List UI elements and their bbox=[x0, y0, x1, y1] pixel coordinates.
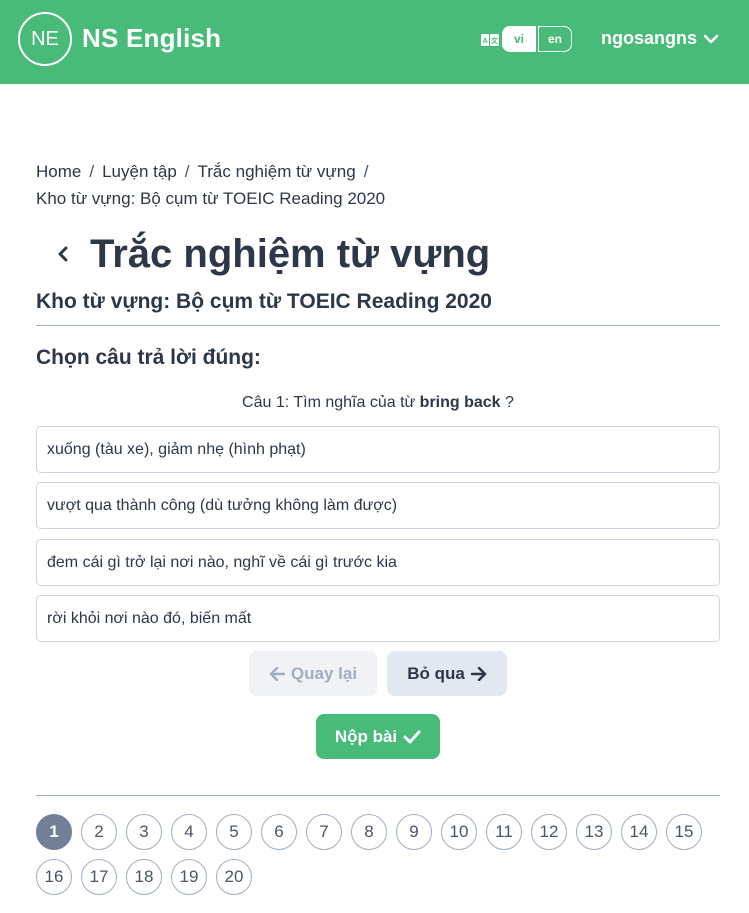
page-number-14[interactable]: 14 bbox=[621, 814, 657, 850]
question-prompt: Chọn câu trả lời đúng: bbox=[36, 346, 261, 369]
page-number-18[interactable]: 18 bbox=[126, 859, 162, 895]
page-number-10[interactable]: 10 bbox=[441, 814, 477, 850]
page-number-5[interactable]: 5 bbox=[216, 814, 252, 850]
user-menu[interactable]: ngosangns bbox=[601, 28, 719, 49]
skip-button-label: Bỏ qua bbox=[407, 663, 465, 683]
breadcrumb-separator: / bbox=[89, 162, 95, 181]
back-button-label: Quay lại bbox=[290, 663, 358, 683]
arrow-left-icon bbox=[269, 666, 285, 681]
page-number-15[interactable]: 15 bbox=[666, 814, 702, 850]
submit-button[interactable]: Nộp bài bbox=[316, 714, 440, 759]
divider bbox=[36, 795, 720, 796]
question-suffix: ? bbox=[505, 394, 514, 411]
arrow-right-icon bbox=[470, 666, 487, 681]
chevron-down-icon bbox=[703, 34, 719, 43]
page-number-7[interactable]: 7 bbox=[306, 814, 342, 850]
submit-button-label: Nộp bài bbox=[334, 726, 398, 746]
language-en-button[interactable]: en bbox=[538, 26, 572, 52]
page-number-4[interactable]: 4 bbox=[171, 814, 207, 850]
question-prefix: Câu 1: Tìm nghĩa của từ bbox=[242, 394, 416, 411]
breadcrumb-vocab-quiz[interactable]: Trắc nghiệm từ vựng bbox=[198, 162, 356, 181]
check-icon bbox=[403, 730, 421, 743]
page-number-11[interactable]: 11 bbox=[486, 814, 522, 850]
breadcrumb-current: Kho từ vựng: Bộ cụm từ TOEIC Reading 202… bbox=[36, 189, 386, 208]
page-number-9[interactable]: 9 bbox=[396, 814, 432, 850]
page-number-1[interactable]: 1 bbox=[36, 814, 72, 850]
breadcrumb-home[interactable]: Home bbox=[36, 162, 81, 181]
page-number-13[interactable]: 13 bbox=[576, 814, 612, 850]
breadcrumb: Home / Luyện tập / Trắc nghiệm từ vựng / Kho … bbox=[36, 158, 456, 212]
divider bbox=[36, 325, 720, 326]
breadcrumb-practice[interactable]: Luyện tập bbox=[102, 162, 177, 181]
language-vi-button[interactable]: vi bbox=[502, 26, 536, 52]
translate-icon: A 文 bbox=[481, 34, 499, 46]
brand-name[interactable]: NS English bbox=[82, 23, 221, 54]
page-number-2[interactable]: 2 bbox=[81, 814, 117, 850]
skip-button[interactable]: Bỏ qua bbox=[387, 651, 507, 696]
breadcrumb-separator: / bbox=[184, 162, 190, 181]
back-button[interactable]: Quay lại bbox=[249, 651, 377, 696]
page-number-12[interactable]: 12 bbox=[531, 814, 567, 850]
back-chevron-icon[interactable] bbox=[54, 242, 74, 266]
question-text: Câu 1: Tìm nghĩa của từ bring back ? bbox=[36, 394, 720, 412]
answer-option-4[interactable]: rời khỏi nơi nào đó, biến mất bbox=[36, 595, 720, 642]
language-switcher: vi en bbox=[502, 26, 572, 52]
page-title: Trắc nghiệm từ vựng bbox=[90, 232, 491, 276]
page-number-3[interactable]: 3 bbox=[126, 814, 162, 850]
page-number-20[interactable]: 20 bbox=[216, 859, 252, 895]
page-number-6[interactable]: 6 bbox=[261, 814, 297, 850]
top-header: NE NS English A 文 vi en ngosangns bbox=[0, 0, 749, 84]
page-number-8[interactable]: 8 bbox=[351, 814, 387, 850]
breadcrumb-separator: / bbox=[363, 162, 369, 181]
username: ngosangns bbox=[601, 28, 698, 48]
vocab-set-title: Kho từ vựng: Bộ cụm từ TOEIC Reading 202… bbox=[36, 290, 492, 313]
svg-text:A: A bbox=[482, 38, 487, 45]
question-term: bring back bbox=[419, 394, 501, 411]
answer-option-3[interactable]: đem cái gì trở lại nơi nào, nghĩ về cái … bbox=[36, 539, 720, 586]
answer-option-2[interactable]: vượt qua thành công (dù tưởng không làm … bbox=[36, 482, 720, 529]
logo[interactable]: NE bbox=[18, 12, 72, 66]
page-number-19[interactable]: 19 bbox=[171, 859, 207, 895]
page-number-16[interactable]: 16 bbox=[36, 859, 72, 895]
svg-text:文: 文 bbox=[491, 36, 499, 45]
page-number-17[interactable]: 17 bbox=[81, 859, 117, 895]
answer-option-1[interactable]: xuống (tàu xe), giảm nhẹ (hình phạt) bbox=[36, 426, 720, 473]
